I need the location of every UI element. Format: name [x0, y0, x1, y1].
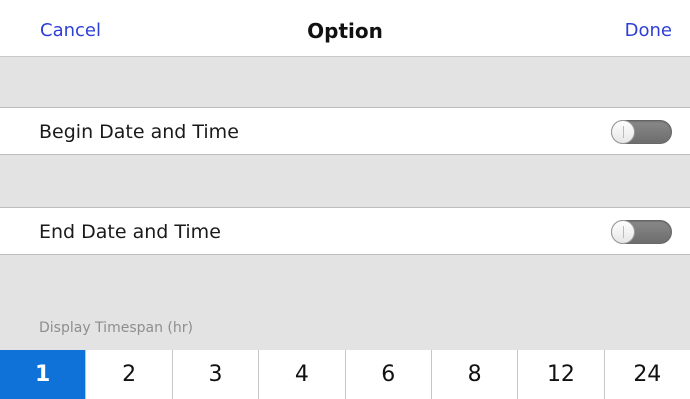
begin-date-time-toggle[interactable]: [611, 120, 672, 144]
timespan-option-24[interactable]: 24: [603, 350, 690, 399]
navigation-bar: Cancel Option Done: [0, 0, 690, 57]
done-button[interactable]: Done: [625, 20, 672, 41]
end-date-time-label: End Date and Time: [39, 221, 221, 243]
toggle-knob: [611, 120, 635, 144]
timespan-option-4[interactable]: 4: [258, 350, 344, 399]
group-spacer: [0, 155, 690, 207]
cancel-button[interactable]: Cancel: [40, 20, 101, 41]
end-date-time-toggle[interactable]: [611, 220, 672, 244]
timespan-option-6[interactable]: 6: [344, 350, 431, 399]
page-title: Option: [307, 19, 383, 43]
timespan-option-3[interactable]: 3: [171, 350, 258, 399]
toggle-knob: [611, 220, 635, 244]
timespan-option-8[interactable]: 8: [430, 350, 517, 399]
timespan-option-12[interactable]: 12: [517, 350, 603, 399]
timespan-option-2[interactable]: 2: [85, 350, 171, 399]
group-spacer: [0, 57, 690, 107]
end-date-time-row[interactable]: End Date and Time: [0, 207, 690, 255]
begin-date-time-label: Begin Date and Time: [39, 121, 239, 143]
timespan-segmented-control: 1 2 3 4 6 8 12 24: [0, 350, 690, 399]
timespan-option-1[interactable]: 1: [0, 350, 86, 399]
timespan-section-label: Display Timespan (hr): [39, 320, 193, 336]
option-screen: Cancel Option Done Begin Date and Time E…: [0, 0, 690, 399]
begin-date-time-row[interactable]: Begin Date and Time: [0, 107, 690, 155]
